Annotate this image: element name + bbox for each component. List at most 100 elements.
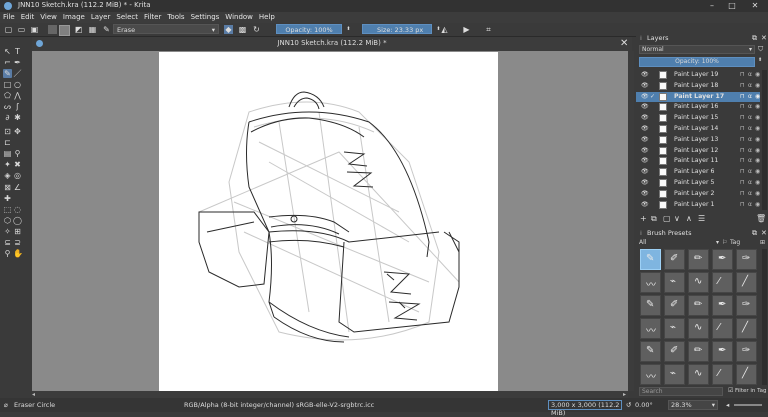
alpha-lock-icon[interactable]: α bbox=[748, 124, 752, 135]
assistant-tool-icon[interactable]: ⊠ bbox=[3, 183, 12, 192]
brush-view-options-icon[interactable]: ⊞ bbox=[760, 239, 765, 246]
lock-icon[interactable]: ⊓ bbox=[740, 81, 745, 92]
brush-search-input[interactable]: Search bbox=[639, 387, 723, 396]
rotation-value[interactable]: 0.00° bbox=[635, 398, 653, 412]
visibility-eye-icon[interactable]: 👁 bbox=[641, 189, 649, 200]
lock-icon[interactable]: ⊓ bbox=[740, 70, 745, 81]
layer-row[interactable]: 👁 Paint Layer 1 ⊓ α ◉ bbox=[636, 200, 760, 211]
menu-settings[interactable]: Settings bbox=[188, 12, 223, 23]
drawing-canvas[interactable] bbox=[159, 52, 498, 391]
inherit-alpha-icon[interactable]: ◉ bbox=[755, 189, 760, 200]
blend-mode-select[interactable]: Erase ▾ bbox=[113, 24, 219, 34]
inherit-alpha-icon[interactable]: ◉ bbox=[755, 113, 760, 124]
brush-preset-tile[interactable]: 〰 bbox=[640, 318, 661, 339]
brush-preset-tile[interactable]: ✐ bbox=[664, 341, 685, 362]
freehand-selection-icon[interactable]: ◯ bbox=[13, 216, 22, 225]
dynamic-brush-tool-icon[interactable]: ∂ bbox=[3, 113, 12, 122]
alpha-lock-icon[interactable]: α bbox=[748, 200, 752, 211]
alpha-lock-icon[interactable]: α bbox=[748, 102, 752, 113]
zoom-select[interactable]: 28.3% ▾ bbox=[668, 400, 718, 410]
gradient-tool-icon[interactable]: ▤ bbox=[3, 149, 12, 158]
move-layer-up-icon[interactable]: ∧ bbox=[686, 213, 692, 225]
visibility-eye-icon[interactable]: 👁 bbox=[641, 92, 649, 103]
document-tab[interactable]: JNN10 Sketch.kra (112.2 MiB) * ✕ bbox=[32, 37, 632, 51]
alpha-lock-icon[interactable]: α bbox=[748, 70, 752, 81]
layer-row[interactable]: 👁 Paint Layer 14 ⊓ α ◉ bbox=[636, 124, 760, 135]
visibility-eye-icon[interactable]: 👁 bbox=[641, 156, 649, 167]
brush-preset-tile[interactable]: ✎ bbox=[640, 341, 661, 362]
add-layer-icon[interactable]: + bbox=[640, 213, 647, 225]
alpha-lock-icon[interactable]: α bbox=[748, 189, 752, 200]
layer-blend-mode-select[interactable]: Normal ▾ bbox=[639, 45, 755, 54]
layer-row[interactable]: 👁 Paint Layer 18 ⊓ α ◉ bbox=[636, 81, 760, 92]
layer-list-scrollbar[interactable] bbox=[762, 70, 767, 210]
alpha-lock-icon[interactable]: α bbox=[748, 113, 752, 124]
brush-preset-tile[interactable]: ✎ bbox=[640, 249, 661, 270]
layer-menu-icon[interactable]: ☰ bbox=[698, 213, 705, 225]
brush-filter-select[interactable]: All ▾ bbox=[639, 239, 719, 247]
lock-icon[interactable]: ⊓ bbox=[740, 124, 745, 135]
reference-images-tool-icon[interactable]: ✚ bbox=[3, 194, 12, 203]
opacity-stepper[interactable]: ⬍ bbox=[344, 25, 353, 34]
brush-preset-tile[interactable]: ⁄ bbox=[712, 364, 733, 385]
text-tool-icon[interactable]: T bbox=[13, 47, 22, 56]
move-tool-icon[interactable]: ✥ bbox=[13, 127, 22, 136]
colorize-mask-tool-icon[interactable]: ✦ bbox=[3, 160, 12, 169]
brush-preset-tile[interactable]: 〰 bbox=[640, 364, 661, 385]
visibility-eye-icon[interactable]: 👁 bbox=[641, 167, 649, 178]
brush-preset-tile[interactable]: ✐ bbox=[664, 249, 685, 270]
alpha-lock-icon[interactable]: α bbox=[748, 92, 752, 103]
mirror-horizontal-icon[interactable]: ◭ bbox=[440, 25, 449, 34]
menu-image[interactable]: Image bbox=[60, 12, 88, 23]
pattern-swatch-icon[interactable] bbox=[59, 25, 70, 36]
close-window-button[interactable]: ✕ bbox=[748, 0, 762, 12]
close-docker-icon[interactable]: ✕ bbox=[761, 34, 767, 43]
brush-preset-tile[interactable]: ⌁ bbox=[664, 364, 685, 385]
inherit-alpha-icon[interactable]: ◉ bbox=[755, 178, 760, 189]
alpha-lock-icon[interactable]: α bbox=[748, 156, 752, 167]
calligraphy-tool-icon[interactable]: ✒ bbox=[13, 58, 22, 67]
duplicate-layer-icon[interactable]: ⧉ bbox=[651, 213, 657, 225]
layer-opacity-slider[interactable]: Opacity: 100% bbox=[639, 57, 755, 67]
float-docker-icon[interactable]: ⧉ bbox=[752, 34, 757, 43]
canvas-horizontal-scrollbar[interactable]: ◂ ▸ bbox=[32, 391, 628, 398]
lock-icon[interactable]: ⊓ bbox=[740, 189, 745, 200]
menu-edit[interactable]: Edit bbox=[18, 12, 38, 23]
edit-brush-settings-icon[interactable]: ▦ bbox=[88, 25, 97, 34]
inherit-alpha-icon[interactable]: ◉ bbox=[755, 92, 760, 103]
menu-tools[interactable]: Tools bbox=[164, 12, 187, 23]
visibility-eye-icon[interactable]: 👁 bbox=[641, 81, 649, 92]
tag-select[interactable]: Tag bbox=[730, 239, 740, 246]
layer-properties-icon[interactable]: ▢ bbox=[663, 213, 671, 225]
alpha-lock-icon[interactable]: α bbox=[748, 135, 752, 146]
smart-patch-tool-icon[interactable]: ✖ bbox=[13, 160, 22, 169]
brush-preset-tile[interactable]: ⁄ bbox=[712, 272, 733, 293]
reload-preset-icon[interactable]: ↻ bbox=[252, 25, 261, 34]
open-document-icon[interactable]: ▭ bbox=[17, 25, 26, 34]
line-tool-icon[interactable]: ／ bbox=[13, 69, 22, 78]
menu-file[interactable]: File bbox=[0, 12, 18, 23]
lock-icon[interactable]: ⊓ bbox=[740, 200, 745, 211]
alpha-lock-icon[interactable]: α bbox=[748, 178, 752, 189]
maximize-button[interactable]: □ bbox=[725, 0, 739, 12]
visibility-eye-icon[interactable]: 👁 bbox=[641, 70, 649, 81]
layer-row[interactable]: 👁 Paint Layer 11 ⊓ α ◉ bbox=[636, 156, 760, 167]
lock-icon[interactable]: ⊓ bbox=[740, 178, 745, 189]
brush-preset-tile[interactable]: ⌁ bbox=[664, 318, 685, 339]
menu-view[interactable]: View bbox=[37, 12, 60, 23]
scroll-left-icon[interactable]: ◂ bbox=[32, 391, 35, 398]
gradient-swatch-icon[interactable] bbox=[48, 25, 57, 34]
transform-tool-icon[interactable]: ⊏ bbox=[3, 138, 12, 147]
opacity-slider[interactable]: Opacity: 100% bbox=[276, 24, 342, 34]
inherit-alpha-icon[interactable]: ◉ bbox=[755, 167, 760, 178]
tag-icon[interactable]: ⚐ bbox=[722, 239, 727, 246]
inherit-alpha-icon[interactable]: ◉ bbox=[755, 124, 760, 135]
layer-filter-icon[interactable]: ⛉ bbox=[758, 45, 763, 54]
brush-preset-tile[interactable]: ✐ bbox=[664, 295, 685, 316]
layer-row[interactable]: 👁 Paint Layer 12 ⊓ α ◉ bbox=[636, 146, 760, 157]
brush-preset-tile[interactable]: ✎ bbox=[640, 295, 661, 316]
mirror-vertical-icon[interactable]: ▶ bbox=[462, 25, 471, 34]
elliptical-selection-icon[interactable]: ◌ bbox=[13, 205, 22, 214]
polygonal-selection-icon[interactable]: ⬡ bbox=[3, 216, 12, 225]
inherit-alpha-icon[interactable]: ◉ bbox=[755, 102, 760, 113]
